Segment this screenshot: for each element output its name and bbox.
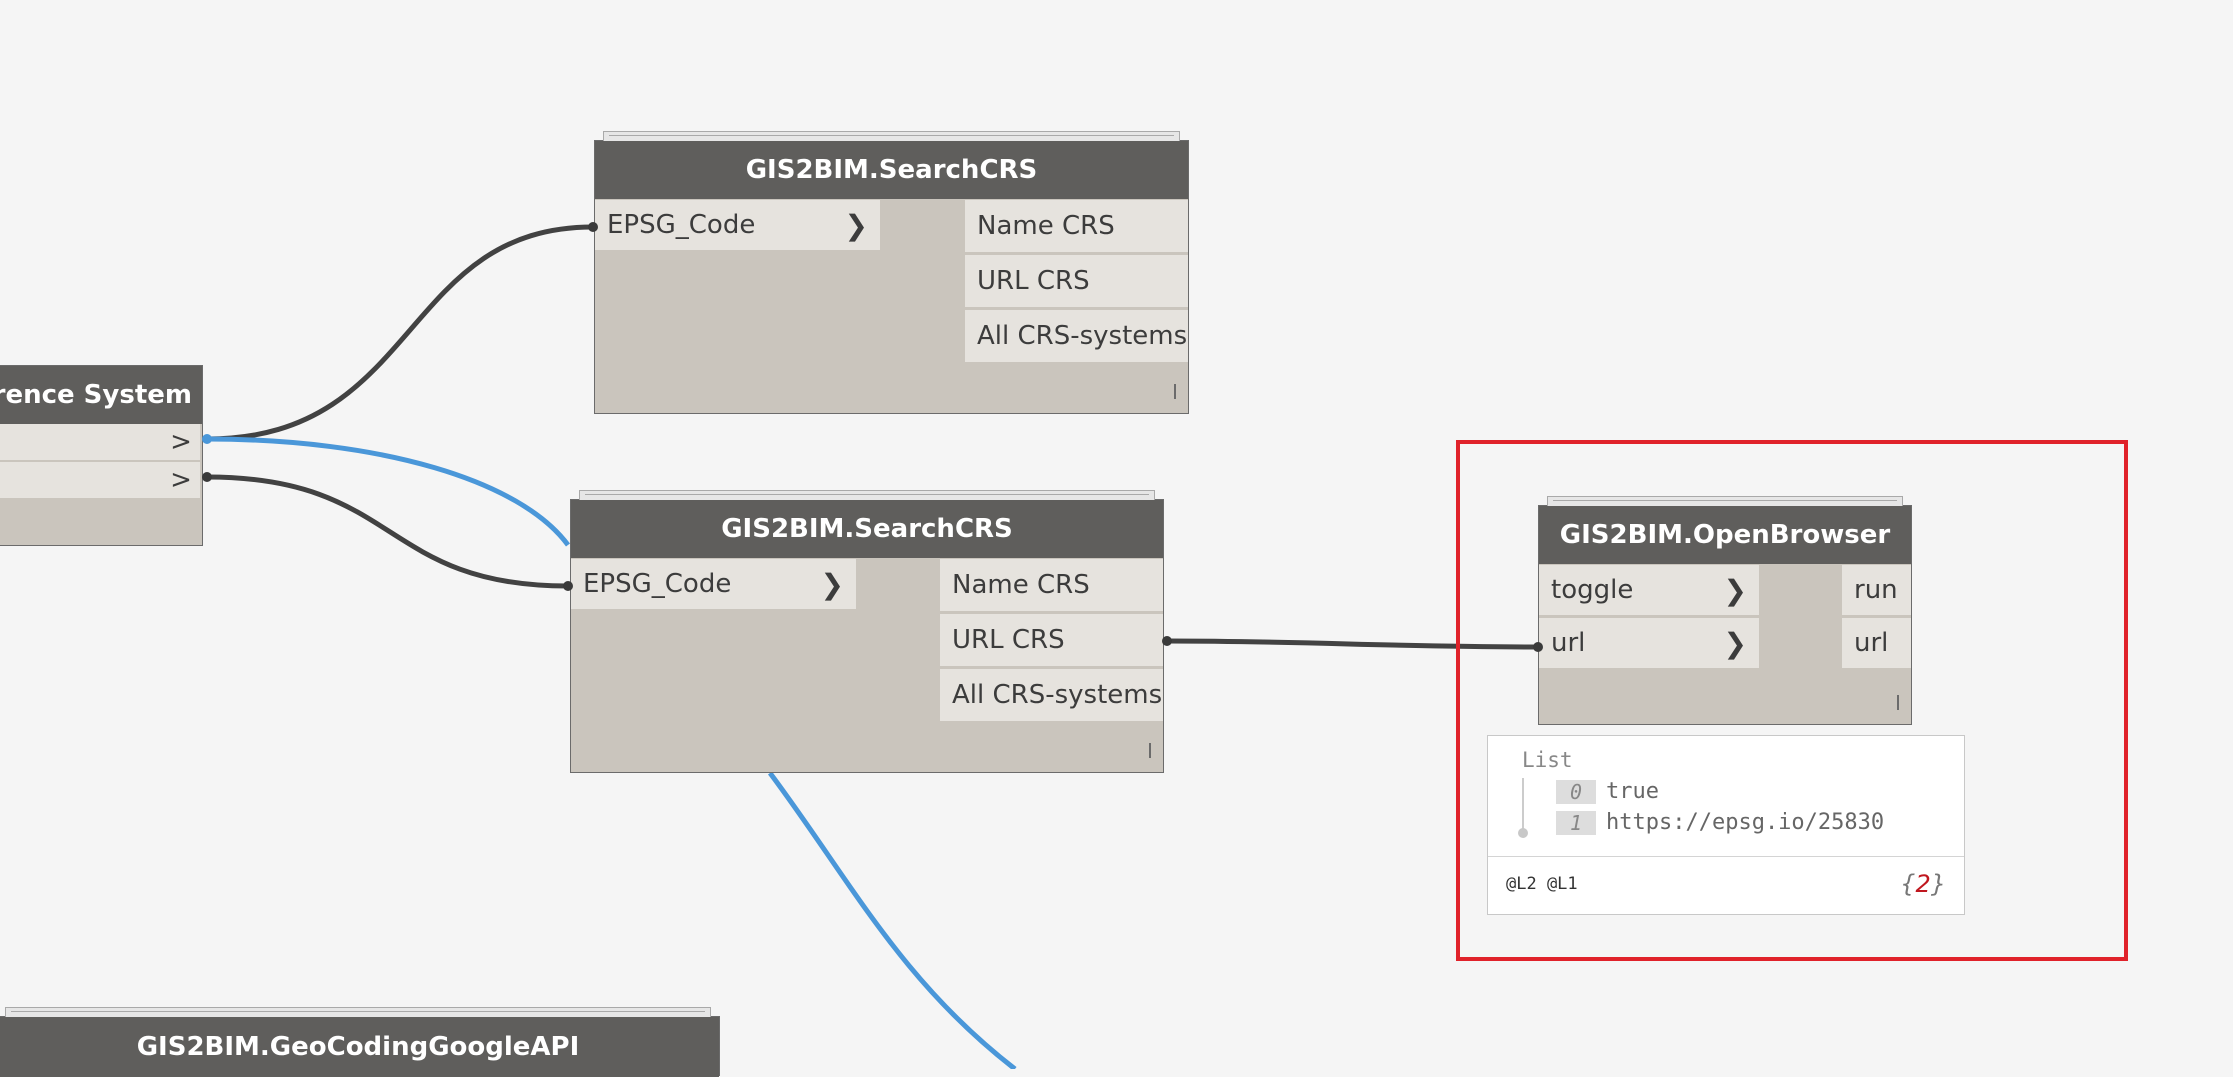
output-port-name-crs[interactable]: Name CRS [965, 200, 1188, 252]
node-title: GIS2BIM.SearchCRS [571, 500, 1163, 558]
output-port-name-crs[interactable]: Name CRS [940, 559, 1163, 611]
node-title: erence System [0, 366, 202, 424]
chevron-right-icon: ❯ [844, 208, 868, 242]
input-port-epsg-code[interactable]: EPSG_Code ❯ [595, 200, 880, 250]
port-label: EPSG_Code [583, 569, 732, 599]
node-title: GIS2BIM.GeoCodingGoogleAPI [0, 1017, 719, 1077]
node-stack-indicator [603, 131, 1180, 141]
input-port-dot[interactable] [588, 222, 598, 232]
node-coordinate-reference-system[interactable]: erence System > > [0, 365, 203, 546]
output-port-all-crs-systems[interactable]: All CRS-systems [965, 310, 1188, 362]
chevron-right-icon: ❯ [1723, 573, 1747, 607]
node-geocoding-google-api[interactable]: GIS2BIM.GeoCodingGoogleAPI [0, 1007, 720, 1077]
wire-crs-to-search-mid[interactable] [206, 474, 569, 589]
output-port-dot[interactable] [202, 472, 212, 482]
list-tree-end-dot [1518, 828, 1528, 838]
port-label: url [1551, 628, 1586, 658]
node-title: GIS2BIM.SearchCRS [595, 141, 1188, 199]
list-levels: @L2 @L1 [1506, 874, 1578, 894]
node-stack-indicator [5, 1007, 711, 1017]
node-stack-indicator [1547, 496, 1903, 506]
chevron-right-icon: ❯ [1723, 626, 1747, 660]
output-port-2[interactable]: > [162, 462, 200, 498]
output-port-url-crs[interactable]: URL CRS [940, 614, 1163, 666]
output-port-run[interactable]: run [1842, 565, 1911, 615]
output-port-url-crs[interactable]: URL CRS [965, 255, 1188, 307]
node-searchcrs-middle[interactable]: GIS2BIM.SearchCRS EPSG_Code ❯ Name CRS U… [570, 490, 1164, 773]
input-port-url[interactable]: url ❯ [1539, 618, 1759, 668]
input-port-epsg-code[interactable]: EPSG_Code ❯ [571, 559, 856, 609]
lacing-indicator [1174, 384, 1176, 399]
item-count: {2} [1900, 870, 1946, 898]
output-port-dot[interactable] [1162, 636, 1172, 646]
node-stack-indicator [579, 490, 1155, 500]
list-tree-line [1522, 778, 1524, 832]
port-label: toggle [1551, 575, 1634, 605]
input-port-area [0, 462, 162, 498]
watch-preview-bubble[interactable]: List 0 true 1 https://epsg.io/25830 @L2 … [1487, 735, 1965, 915]
output-port-1[interactable]: > [162, 424, 200, 460]
port-label: EPSG_Code [607, 210, 756, 240]
lacing-indicator [1149, 743, 1151, 758]
input-port-toggle[interactable]: toggle ❯ [1539, 565, 1759, 615]
list-title: List [1522, 748, 1573, 772]
list-value: true [1606, 779, 1659, 804]
lacing-indicator [1897, 695, 1899, 710]
list-item: 1 https://epsg.io/25830 [1556, 810, 1884, 835]
node-openbrowser[interactable]: GIS2BIM.OpenBrowser toggle ❯ url ❯ run u… [1538, 496, 1912, 725]
node-searchcrs-top[interactable]: GIS2BIM.SearchCRS EPSG_Code ❯ Name CRS U… [594, 131, 1189, 414]
preview-footer: @L2 @L1 {2} [1506, 870, 1946, 898]
output-port-all-crs-systems[interactable]: All CRS-systems [940, 669, 1163, 721]
wire-crs-to-search-top[interactable] [206, 224, 594, 442]
input-port-dot[interactable] [1533, 642, 1543, 652]
list-index: 0 [1556, 779, 1596, 804]
list-item: 0 true [1556, 779, 1659, 804]
list-value: https://epsg.io/25830 [1606, 810, 1885, 835]
output-port-url[interactable]: url [1842, 618, 1911, 668]
preview-body: List 0 true 1 https://epsg.io/25830 [1488, 736, 1964, 857]
list-index: 1 [1556, 810, 1596, 835]
node-title: GIS2BIM.OpenBrowser [1539, 506, 1911, 564]
input-port-dot[interactable] [563, 581, 573, 591]
input-port-area [0, 424, 162, 460]
chevron-right-icon: ❯ [820, 567, 844, 601]
output-port-dot[interactable] [202, 434, 212, 444]
